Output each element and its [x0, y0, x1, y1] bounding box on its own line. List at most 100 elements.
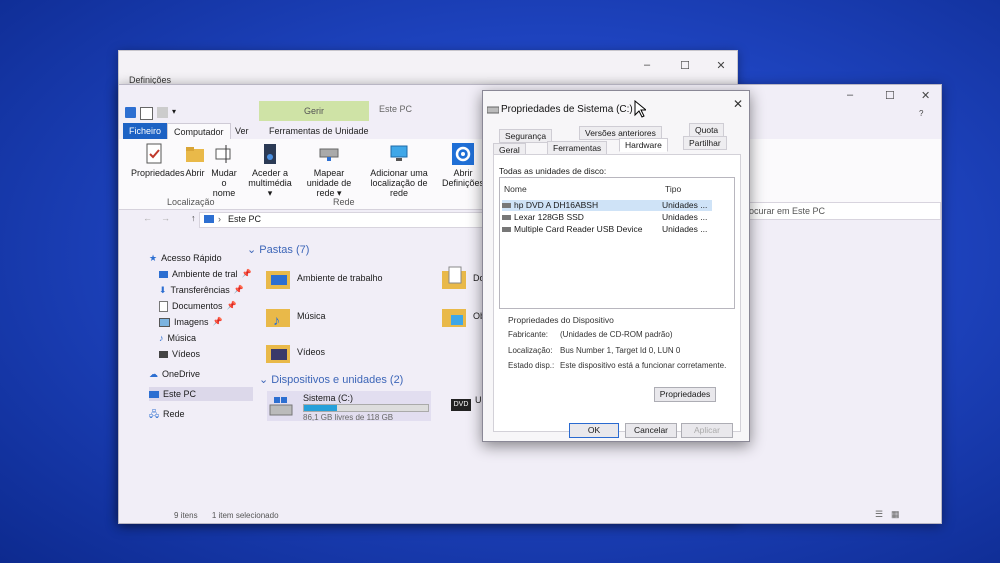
- fabricante-value: (Unidades de CD-ROM padrão): [560, 330, 673, 339]
- tab-partilhar[interactable]: Partilhar: [683, 136, 727, 150]
- ok-button[interactable]: OK: [569, 423, 619, 438]
- section-dispositivos[interactable]: ⌄ Dispositivos e unidades (2): [259, 373, 403, 386]
- details-view-icon[interactable]: ☰: [875, 509, 883, 520]
- nav-onedrive[interactable]: ☁ OneDrive: [149, 367, 200, 381]
- drive-usage-fill: [304, 405, 338, 411]
- checkbox-icon[interactable]: [140, 107, 153, 120]
- dvd-drive-icon: [502, 203, 511, 208]
- dvd-drive-icon[interactable]: DVD: [451, 399, 471, 411]
- list-item[interactable]: Multiple Card Reader USB Device Unidades…: [502, 224, 712, 235]
- forward-icon[interactable]: →: [161, 213, 170, 223]
- dialog-title: Propriedades de Sistema (C:): [501, 104, 633, 115]
- up-icon[interactable]: ↑: [191, 213, 196, 223]
- nav-acesso-rapido[interactable]: ★ Acesso Rápido: [149, 251, 222, 265]
- maximize-button[interactable]: ☐: [677, 59, 693, 72]
- pin-icon: 📌: [226, 301, 237, 310]
- mapear-unidade-button[interactable]: Mapear unidade de rede ▾: [297, 143, 361, 198]
- status-bar: 9 itens 1 item selecionado: [174, 511, 279, 520]
- chevron-down-icon[interactable]: ▾: [172, 107, 180, 118]
- window-title: Este PC: [379, 104, 413, 114]
- folder-musica[interactable]: ♪ Música: [265, 303, 326, 329]
- device-properties-title: Propriedades do Dispositivo: [508, 315, 614, 325]
- cancelar-button[interactable]: Cancelar: [625, 423, 677, 438]
- mouse-cursor-icon: [634, 100, 646, 118]
- documents-folder-icon: [442, 266, 466, 289]
- list-label: Todas as unidades de disco:: [499, 166, 607, 176]
- abrir-definicoes-button[interactable]: Abrir Definições: [441, 143, 485, 188]
- 3d-objects-folder-icon: [442, 309, 466, 327]
- pin-icon: 📌: [241, 269, 252, 278]
- propriedades-button[interactable]: Propriedades: [654, 387, 716, 402]
- tab-hardware[interactable]: Hardware: [619, 138, 668, 152]
- media-server-icon: [264, 144, 276, 164]
- tab-ver[interactable]: Ver: [229, 123, 255, 139]
- drive-name: Sistema (C:): [303, 393, 354, 403]
- propriedades-button[interactable]: Propriedades: [131, 143, 185, 178]
- properties-dialog: Propriedades de Sistema (C:) ✕ Segurança…: [482, 90, 750, 442]
- tab-computador[interactable]: Computador: [167, 123, 231, 140]
- computer-icon: [149, 390, 159, 398]
- nav-videos[interactable]: Vídeos: [159, 347, 200, 361]
- nav-transferencias[interactable]: ⬇ Transferências 📌: [159, 283, 244, 297]
- estado-label: Estado disp.:: [508, 361, 555, 370]
- tab-ficheiro[interactable]: Ficheiro: [123, 123, 168, 139]
- video-icon: [159, 350, 168, 358]
- svg-text:♪: ♪: [273, 312, 280, 328]
- nav-ambiente[interactable]: Ambiente de tral 📌: [159, 267, 252, 281]
- windows-drive-icon: [269, 397, 293, 416]
- adicionar-localizacao-button[interactable]: Adicionar uma localização de rede: [363, 143, 435, 198]
- list-item[interactable]: hp DVD A DH16ABSH Unidades ...: [502, 200, 712, 211]
- tab-ferramentas[interactable]: Ferramentas: [547, 141, 608, 155]
- gerir-tab-header[interactable]: Gerir: [259, 101, 369, 121]
- large-icons-view-icon[interactable]: ▦: [891, 509, 900, 520]
- column-tipo[interactable]: Tipo: [665, 184, 681, 194]
- disk-drives-list[interactable]: Nome Tipo hp DVD A DH16ABSH Unidades ...…: [499, 177, 735, 309]
- nav-musica[interactable]: ♪ Música: [159, 331, 196, 345]
- rename-icon: [215, 145, 231, 163]
- folder-videos[interactable]: Vídeos: [265, 339, 325, 365]
- pin-icon: 📌: [212, 317, 223, 326]
- close-button[interactable]: ✕: [713, 59, 729, 72]
- address-text: Este PC: [228, 214, 262, 224]
- hard-drive-icon: [502, 215, 511, 220]
- properties-icon[interactable]: [157, 107, 168, 118]
- aceder-multimedia-button[interactable]: Aceder a multimédia ▾: [247, 143, 293, 198]
- drive-sistema[interactable]: Sistema (C:) 86,1 GB livres de 118 GB: [267, 391, 431, 422]
- maximize-button[interactable]: ☐: [885, 89, 895, 102]
- help-icon[interactable]: ?: [919, 109, 923, 118]
- back-icon[interactable]: ←: [143, 213, 152, 223]
- search-input[interactable]: rocurar em Este PC: [739, 202, 941, 220]
- nav-rede[interactable]: 🖧 Rede: [149, 407, 185, 421]
- tab-ferramentas-de-unidade[interactable]: Ferramentas de Unidade: [263, 123, 375, 139]
- folder-ambiente[interactable]: Ambiente de trabalho: [265, 265, 383, 291]
- section-pastas[interactable]: ⌄ Pastas (7): [247, 243, 309, 256]
- close-button[interactable]: ✕: [921, 89, 930, 102]
- music-folder-icon: ♪: [266, 309, 290, 328]
- close-button[interactable]: ✕: [733, 97, 743, 111]
- chevron-down-icon: ⌄: [259, 374, 272, 386]
- folder-open-icon: [186, 147, 204, 162]
- network-location-icon: [390, 145, 408, 161]
- tab-seguranca[interactable]: Segurança: [499, 129, 553, 143]
- minimize-button[interactable]: –: [847, 89, 853, 101]
- column-nome[interactable]: Nome: [504, 184, 527, 194]
- folder-objetos[interactable]: Obj: [441, 303, 487, 329]
- drive-usage-bar: [303, 404, 429, 412]
- nav-imagens[interactable]: Imagens 📌: [159, 315, 223, 329]
- nav-este-pc[interactable]: Este PC: [149, 387, 253, 401]
- hardware-panel: Todas as unidades de disco: Nome Tipo hp…: [493, 154, 741, 432]
- nav-documentos[interactable]: Documentos 📌: [159, 299, 237, 313]
- list-item[interactable]: Lexar 128GB SSD Unidades ...: [502, 212, 712, 223]
- mudar-nome-button[interactable]: Mudar o nome: [211, 143, 237, 198]
- fabricante-label: Fabricante:: [508, 330, 549, 339]
- card-reader-icon: [502, 227, 511, 232]
- minimize-button[interactable]: –: [639, 59, 655, 71]
- tab-quota[interactable]: Quota: [689, 123, 725, 137]
- star-icon: ★: [149, 253, 158, 263]
- computer-icon[interactable]: [125, 107, 136, 118]
- abrir-button[interactable]: Abrir: [183, 143, 207, 178]
- quick-access-toolbar: ▾: [125, 107, 180, 120]
- group-rede-label: Rede: [333, 197, 355, 207]
- download-icon: ⬇: [159, 285, 167, 295]
- music-icon: ♪: [159, 333, 164, 343]
